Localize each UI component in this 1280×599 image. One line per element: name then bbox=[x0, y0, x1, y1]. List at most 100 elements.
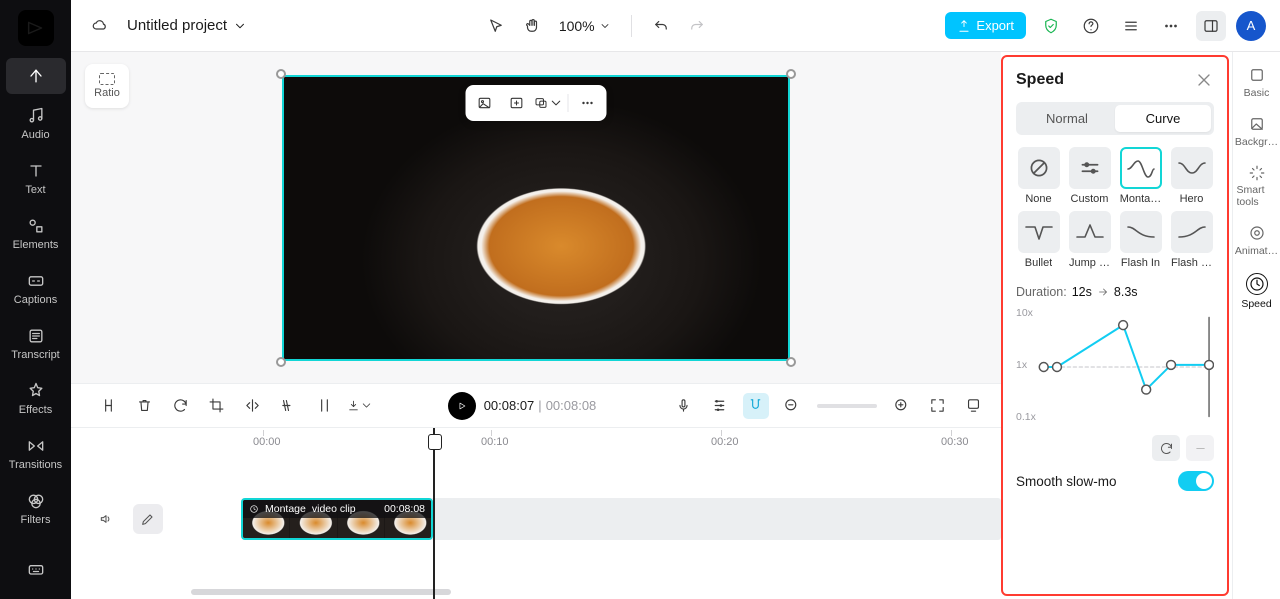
sidebar-item-elements[interactable]: Elements bbox=[6, 208, 66, 259]
sidebar-captions-label: Captions bbox=[14, 294, 57, 306]
timeline-clip[interactable]: Montage video clip 00:08:08 bbox=[241, 498, 433, 540]
resize-handle-bottom-right[interactable] bbox=[786, 357, 796, 367]
speed-curve-graph[interactable]: 10x 1x 0.1x bbox=[1016, 307, 1214, 427]
marker-button[interactable] bbox=[707, 393, 733, 419]
prop-animation[interactable]: Animat… bbox=[1237, 220, 1277, 261]
zoom-level[interactable]: 100% bbox=[559, 18, 611, 34]
sidebar-filters-label: Filters bbox=[21, 514, 51, 526]
delete-button[interactable] bbox=[131, 393, 157, 419]
arrow-right-icon bbox=[1097, 286, 1109, 298]
prop-smart-tools[interactable]: Smart tools bbox=[1237, 160, 1277, 212]
split-clip-button[interactable] bbox=[311, 393, 337, 419]
sidebar-item-filters[interactable]: Filters bbox=[6, 483, 66, 534]
speed-curve-svg bbox=[1016, 307, 1214, 427]
chevron-down-icon bbox=[599, 20, 611, 32]
cloud-sync-icon[interactable] bbox=[85, 11, 115, 41]
curve-custom[interactable] bbox=[1069, 147, 1111, 189]
tab-normal[interactable]: Normal bbox=[1019, 105, 1115, 132]
record-voice-button[interactable] bbox=[671, 393, 697, 419]
more-menu-button[interactable] bbox=[1156, 11, 1186, 41]
project-name[interactable]: Untitled project bbox=[127, 17, 247, 34]
playback-time: 00:08:07|00:08:08 bbox=[484, 398, 597, 413]
curve-none[interactable] bbox=[1018, 147, 1060, 189]
sidebar-audio-label: Audio bbox=[21, 129, 49, 141]
timeline[interactable]: 00:00 00:10 00:20 00:30 bbox=[71, 427, 1001, 599]
resize-handle-top-right[interactable] bbox=[786, 69, 796, 79]
curve-flash-out[interactable] bbox=[1171, 211, 1213, 253]
tick-10: 00:10 bbox=[481, 436, 509, 448]
layers-icon[interactable] bbox=[1116, 11, 1146, 41]
topbar: Untitled project 100% Export bbox=[71, 0, 1280, 52]
sidebar-item-media[interactable] bbox=[6, 58, 66, 94]
prop-speed[interactable]: Speed bbox=[1237, 269, 1277, 314]
tab-curve[interactable]: Curve bbox=[1115, 105, 1211, 132]
sidebar-text-label: Text bbox=[25, 184, 45, 196]
curve-bullet[interactable] bbox=[1018, 211, 1060, 253]
sidebar-effects-label: Effects bbox=[19, 404, 52, 416]
download-button[interactable] bbox=[347, 393, 373, 419]
speed-panel-title: Speed bbox=[1016, 71, 1064, 89]
rotate-button[interactable] bbox=[167, 393, 193, 419]
clip-label: Montage video clip 00:08:08 bbox=[243, 500, 431, 518]
undo-button[interactable] bbox=[646, 11, 676, 41]
reset-curve-button[interactable] bbox=[1152, 435, 1180, 461]
crop-button[interactable] bbox=[203, 393, 229, 419]
timeline-ruler[interactable]: 00:00 00:10 00:20 00:30 bbox=[241, 428, 1001, 458]
prop-basic[interactable]: Basic bbox=[1237, 62, 1277, 103]
split-button[interactable] bbox=[95, 393, 121, 419]
sidebar-transitions-label: Transitions bbox=[9, 459, 62, 471]
remove-point-button[interactable] bbox=[1186, 435, 1214, 461]
aspect-ratio-button[interactable]: Ratio bbox=[85, 64, 129, 108]
curve-presets: None Custom Monta… Hero Bullet Jump … Fl… bbox=[1016, 147, 1214, 269]
redo-button[interactable] bbox=[682, 11, 712, 41]
zoom-in-button[interactable] bbox=[889, 393, 915, 419]
avatar[interactable]: A bbox=[1236, 11, 1266, 41]
sidebar-item-captions[interactable]: Captions bbox=[6, 263, 66, 314]
curve-jump[interactable] bbox=[1069, 211, 1111, 253]
property-sidebar: Basic Backgr… Smart tools Animat… Speed bbox=[1232, 52, 1280, 599]
sidebar-item-text[interactable]: Text bbox=[6, 153, 66, 204]
fullscreen-button[interactable] bbox=[925, 393, 951, 419]
tick-30: 00:30 bbox=[941, 436, 969, 448]
pic-tool-2-button[interactable] bbox=[502, 89, 532, 117]
sidebar-item-keyboard[interactable] bbox=[6, 551, 66, 587]
tick-00: 00:00 bbox=[253, 436, 281, 448]
play-button[interactable] bbox=[448, 392, 476, 420]
resize-handle-bottom-left[interactable] bbox=[276, 357, 286, 367]
track-mute-button[interactable] bbox=[91, 504, 121, 534]
panel-toggle-button[interactable] bbox=[1196, 11, 1226, 41]
horizontal-scrollbar[interactable] bbox=[191, 589, 451, 595]
curve-hero[interactable] bbox=[1171, 147, 1213, 189]
zoom-out-button[interactable] bbox=[779, 393, 805, 419]
track-edit-button[interactable] bbox=[133, 504, 163, 534]
sidebar-item-effects[interactable]: Effects bbox=[6, 373, 66, 424]
sidebar-item-transcript[interactable]: Transcript bbox=[6, 318, 66, 369]
hand-tool-button[interactable] bbox=[517, 11, 547, 41]
sidebar-item-audio[interactable]: Audio bbox=[6, 98, 66, 149]
preview-floating-toolbar bbox=[466, 85, 607, 121]
snap-toggle-button[interactable] bbox=[743, 393, 769, 419]
curve-flash-in[interactable] bbox=[1120, 211, 1162, 253]
mirror-button[interactable] bbox=[239, 393, 265, 419]
playhead[interactable] bbox=[433, 428, 435, 599]
preview-frame[interactable] bbox=[282, 75, 790, 361]
export-button[interactable]: Export bbox=[945, 12, 1026, 39]
cursor-tool-button[interactable] bbox=[481, 11, 511, 41]
zoom-slider[interactable] bbox=[817, 404, 877, 408]
more-preview-options-button[interactable] bbox=[573, 89, 603, 117]
speed-tabs: Normal Curve bbox=[1016, 102, 1214, 135]
pic-tool-3-button[interactable] bbox=[534, 89, 564, 117]
close-button[interactable] bbox=[1194, 70, 1214, 90]
sidebar-item-transitions[interactable]: Transitions bbox=[6, 428, 66, 479]
smooth-slow-mo-toggle[interactable] bbox=[1178, 471, 1214, 491]
auto-captions-button[interactable] bbox=[275, 393, 301, 419]
shield-check-icon[interactable] bbox=[1036, 11, 1066, 41]
help-button[interactable] bbox=[1076, 11, 1106, 41]
app-logo bbox=[18, 10, 54, 46]
pic-tool-1-button[interactable] bbox=[470, 89, 500, 117]
overlay-button[interactable] bbox=[961, 393, 987, 419]
prop-background[interactable]: Backgr… bbox=[1237, 111, 1277, 152]
curve-montage[interactable] bbox=[1120, 147, 1162, 189]
resize-handle-top-left[interactable] bbox=[276, 69, 286, 79]
preview-canvas[interactable]: Ratio bbox=[71, 52, 1001, 383]
